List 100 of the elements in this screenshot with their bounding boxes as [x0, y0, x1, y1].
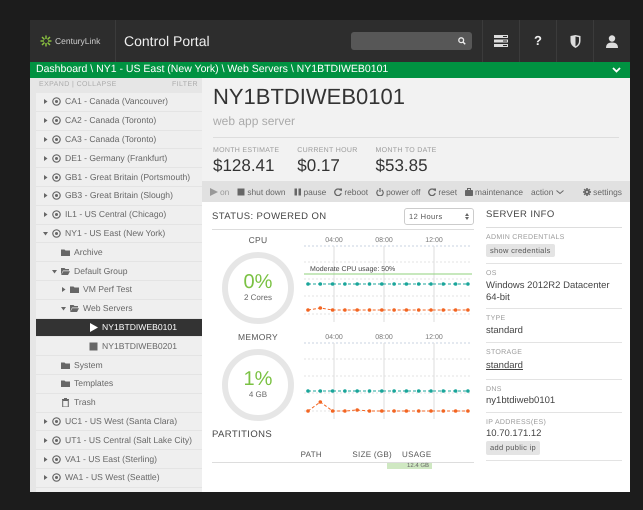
action-button[interactable]: power off — [376, 186, 420, 198]
caret-right-icon[interactable] — [42, 456, 48, 462]
tree-item-label: WA1 - US West (Seattle) — [65, 471, 160, 484]
caret-right-icon[interactable] — [42, 118, 48, 124]
tree-item-label: GB1 - Great Britain (Portsmouth) — [65, 170, 190, 184]
field-value: ny1btdiweb0101 — [486, 395, 556, 407]
tree-item-label: Archive — [74, 246, 103, 259]
caret-right-icon[interactable] — [42, 475, 48, 480]
caret-down-icon[interactable] — [52, 268, 56, 274]
storage-link[interactable]: standard — [486, 360, 523, 372]
tree-item[interactable]: NY1 - US East (New York) — [36, 224, 202, 244]
action-button[interactable]: maintenance — [465, 186, 523, 198]
play-icon — [210, 188, 218, 196]
gear-icon — [583, 188, 592, 196]
tree-item[interactable]: Archive — [36, 243, 202, 262]
caret-right-icon[interactable] — [42, 174, 48, 180]
power-icon — [376, 188, 384, 196]
caret-right-icon[interactable] — [42, 418, 48, 424]
metric-label: CPU — [248, 234, 268, 248]
pause-icon — [294, 188, 302, 196]
tree-item-label: VM Perf Test — [83, 283, 132, 296]
tree-item[interactable]: NY1BTDIWEB0101 — [36, 318, 202, 338]
tree-item-label: Web Servers — [83, 302, 133, 316]
cost-value: $128.41 — [213, 156, 276, 176]
action-button[interactable]: settings — [583, 186, 622, 198]
trash-icon — [61, 398, 70, 408]
caret-down-icon[interactable] — [42, 230, 48, 236]
partitions-title: PARTITIONS — [212, 428, 274, 442]
tree-item[interactable]: UC1 - US West (Santa Clara) — [36, 412, 202, 432]
chevron-down-icon[interactable] — [612, 67, 621, 73]
tree-item[interactable]: GB3 - Great Britain (Slough) — [36, 186, 202, 206]
stop-icon — [237, 188, 246, 196]
metric-detail: 4 GB — [248, 389, 268, 402]
tree-item[interactable]: NY1BTDIWEB0201 — [36, 337, 202, 356]
folder-icon — [61, 248, 70, 257]
tree-item[interactable]: DE1 - Germany (Frankfurt) — [36, 149, 202, 168]
metric-value: 0% — [244, 272, 272, 292]
tree-item[interactable]: System — [36, 356, 202, 375]
tree-item-label: System — [74, 358, 103, 372]
field-value: 10.70.171.12 — [486, 428, 542, 440]
tree-item[interactable]: VM Perf Test — [36, 280, 202, 300]
search-field[interactable] — [351, 32, 472, 50]
tree-item-label: CA2 - Canada (Toronto) — [65, 114, 156, 128]
cost-value: $0.17 — [297, 156, 341, 176]
action-button[interactable]: reset — [428, 186, 458, 198]
tree-item[interactable]: CA3 - Canada (Toronto) — [36, 130, 202, 150]
logo-text: CenturyLink — [55, 34, 100, 48]
toolbox-icon — [465, 188, 474, 196]
tree-item-label: CA3 - Canada (Toronto) — [65, 133, 156, 146]
breadcrumb[interactable]: Dashboard \ NY1 - US East (New York) \ Web Servers \ NY1BTDIWEB0101 — [36, 62, 388, 78]
tree-item[interactable]: Default Group — [36, 262, 202, 281]
tree-item[interactable]: CA2 - Canada (Toronto) — [36, 112, 202, 131]
tree-item[interactable]: VA1 - US East (Sterling) — [36, 450, 202, 469]
tree-item[interactable]: Templates — [36, 374, 202, 394]
logo-icon — [40, 35, 52, 47]
tree-item[interactable]: IL1 - US Central (Chicago) — [36, 206, 202, 225]
caret-right-icon[interactable] — [60, 287, 66, 292]
updown-icon — [465, 213, 469, 220]
tree-item-label: NY1 - US East (New York) — [65, 227, 166, 240]
metric-label: MEMORY — [238, 331, 278, 344]
action-button[interactable]: action — [531, 186, 564, 198]
tree-item-label: NY1BTDIWEB0101 — [102, 321, 177, 334]
shield-icon — [570, 34, 580, 48]
folder-open-icon — [61, 266, 70, 276]
tree-item[interactable]: Trash — [36, 394, 202, 413]
search-icon — [458, 37, 466, 45]
caret-right-icon[interactable] — [42, 136, 48, 142]
play-icon — [89, 322, 98, 332]
tree-item-label: UC1 - US West (Santa Clara) — [65, 415, 178, 428]
status-title: STATUS: POWERED ON — [212, 210, 327, 224]
tree-item[interactable]: CA1 - Canada (Vancouver) — [36, 93, 202, 112]
action-button[interactable]: pause — [294, 186, 326, 198]
column-header: PATH — [300, 448, 322, 461]
caret-right-icon[interactable] — [42, 99, 48, 104]
action-button[interactable]: shut down — [237, 186, 286, 198]
tree-item-label: NY1BTDIWEB0201 — [102, 340, 177, 353]
tree-item-label: GB3 - Great Britain (Slough) — [65, 189, 173, 202]
tree-item[interactable]: UT1 - US Central (Salt Lake City) — [36, 431, 202, 450]
tree-item-label: DE1 - Germany (Frankfurt) — [65, 152, 168, 165]
server-description: web app server — [213, 112, 619, 138]
refresh-icon — [428, 188, 436, 196]
caret-right-icon[interactable] — [42, 212, 48, 218]
user-icon — [606, 34, 618, 48]
folder-icon — [70, 285, 79, 294]
tree-item-label: Trash — [74, 396, 96, 410]
tree-item[interactable]: WA1 - US West (Seattle) — [36, 468, 202, 488]
tree-item-label: CA1 - Canada (Vancouver) — [65, 95, 168, 108]
caret-down-icon[interactable] — [60, 306, 66, 312]
stop-icon — [89, 342, 98, 351]
tree-item[interactable]: GB1 - Great Britain (Portsmouth) — [36, 168, 202, 187]
server-name: NY1BTDIWEB0101 — [213, 85, 406, 110]
caret-right-icon[interactable] — [42, 156, 48, 161]
metric-value: 1% — [244, 369, 272, 390]
field-value: standard — [486, 324, 524, 337]
action-button[interactable]: reboot — [334, 186, 368, 198]
chevron-down-icon — [556, 188, 564, 196]
column-header: SIZE (GB) — [351, 448, 392, 461]
tree-item-label: VA1 - US East (Sterling) — [65, 452, 158, 466]
caret-right-icon[interactable] — [42, 438, 48, 443]
caret-right-icon[interactable] — [42, 193, 48, 198]
